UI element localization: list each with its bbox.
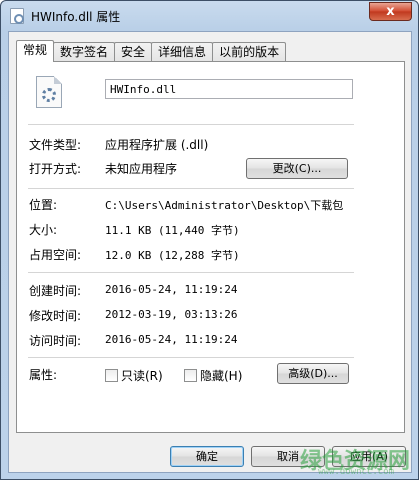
tab-general[interactable]: 常规 — [16, 40, 55, 62]
dialog-client: 常规 数字签名 安全 详细信息 以前的版本 文件类型: 应用程序扩展 (.dll… — [8, 31, 412, 473]
tab-strip: 常规 数字签名 安全 详细信息 以前的版本 — [16, 40, 287, 62]
general-tab-panel: 文件类型: 应用程序扩展 (.dll) 打开方式: 未知应用程序 更改(C)..… — [16, 61, 405, 433]
location-label: 位置: — [29, 198, 58, 212]
separator — [28, 188, 354, 189]
change-button[interactable]: 更改(C)... — [246, 158, 348, 179]
dll-file-icon — [10, 8, 24, 24]
tab-digital-signatures[interactable]: 数字签名 — [53, 42, 116, 62]
readonly-checkbox[interactable] — [105, 369, 118, 382]
ok-button[interactable]: 确定 — [170, 446, 244, 467]
accessed-value: 2016-05-24, 11:19:24 — [105, 333, 238, 346]
size-value: 11.1 KB (11,440 字节) — [105, 224, 240, 237]
dll-file-icon — [36, 76, 62, 108]
separator — [28, 357, 354, 358]
advanced-button[interactable]: 高级(D)... — [277, 363, 349, 384]
size-label: 大小: — [29, 223, 58, 237]
file-name-field[interactable] — [105, 79, 353, 99]
opens-with-label: 打开方式: — [29, 162, 82, 176]
modified-value: 2012-03-19, 03:13:26 — [105, 308, 238, 321]
created-value: 2016-05-24, 11:19:24 — [105, 283, 238, 296]
accessed-label: 访问时间: — [29, 334, 82, 348]
tab-security[interactable]: 安全 — [114, 42, 153, 62]
separator — [28, 124, 354, 125]
cancel-button[interactable]: 取消 — [251, 446, 325, 467]
tab-previous-versions[interactable]: 以前的版本 — [212, 42, 287, 62]
file-type-label: 文件类型: — [29, 138, 82, 152]
modified-label: 修改时间: — [29, 309, 82, 323]
gear-icon — [42, 88, 56, 102]
size-on-disk-value: 12.0 KB (12,288 字节) — [105, 249, 240, 262]
close-icon: x — [386, 4, 395, 19]
location-value: C:\Users\Administrator\Desktop\下载包 — [105, 199, 344, 212]
title-bar[interactable]: HWInfo.dll 属性 x — [1, 1, 418, 31]
readonly-label[interactable]: 只读(R) — [121, 367, 163, 384]
created-label: 创建时间: — [29, 284, 82, 298]
tab-details[interactable]: 详细信息 — [151, 42, 214, 62]
separator — [28, 272, 354, 273]
attributes-label: 属性: — [29, 368, 58, 382]
apply-button[interactable]: 应用(A) — [332, 446, 406, 467]
close-button[interactable]: x — [369, 2, 412, 21]
properties-window: HWInfo.dll 属性 x 常规 数字签名 安全 详细信息 以前的版本 文件… — [0, 0, 419, 480]
size-on-disk-label: 占用空间: — [29, 248, 82, 262]
hidden-checkbox[interactable] — [184, 369, 197, 382]
opens-with-value: 未知应用程序 — [105, 162, 178, 176]
window-title: HWInfo.dll 属性 — [31, 10, 121, 24]
file-type-value: 应用程序扩展 (.dll) — [105, 138, 209, 152]
hidden-label[interactable]: 隐藏(H) — [200, 367, 242, 384]
